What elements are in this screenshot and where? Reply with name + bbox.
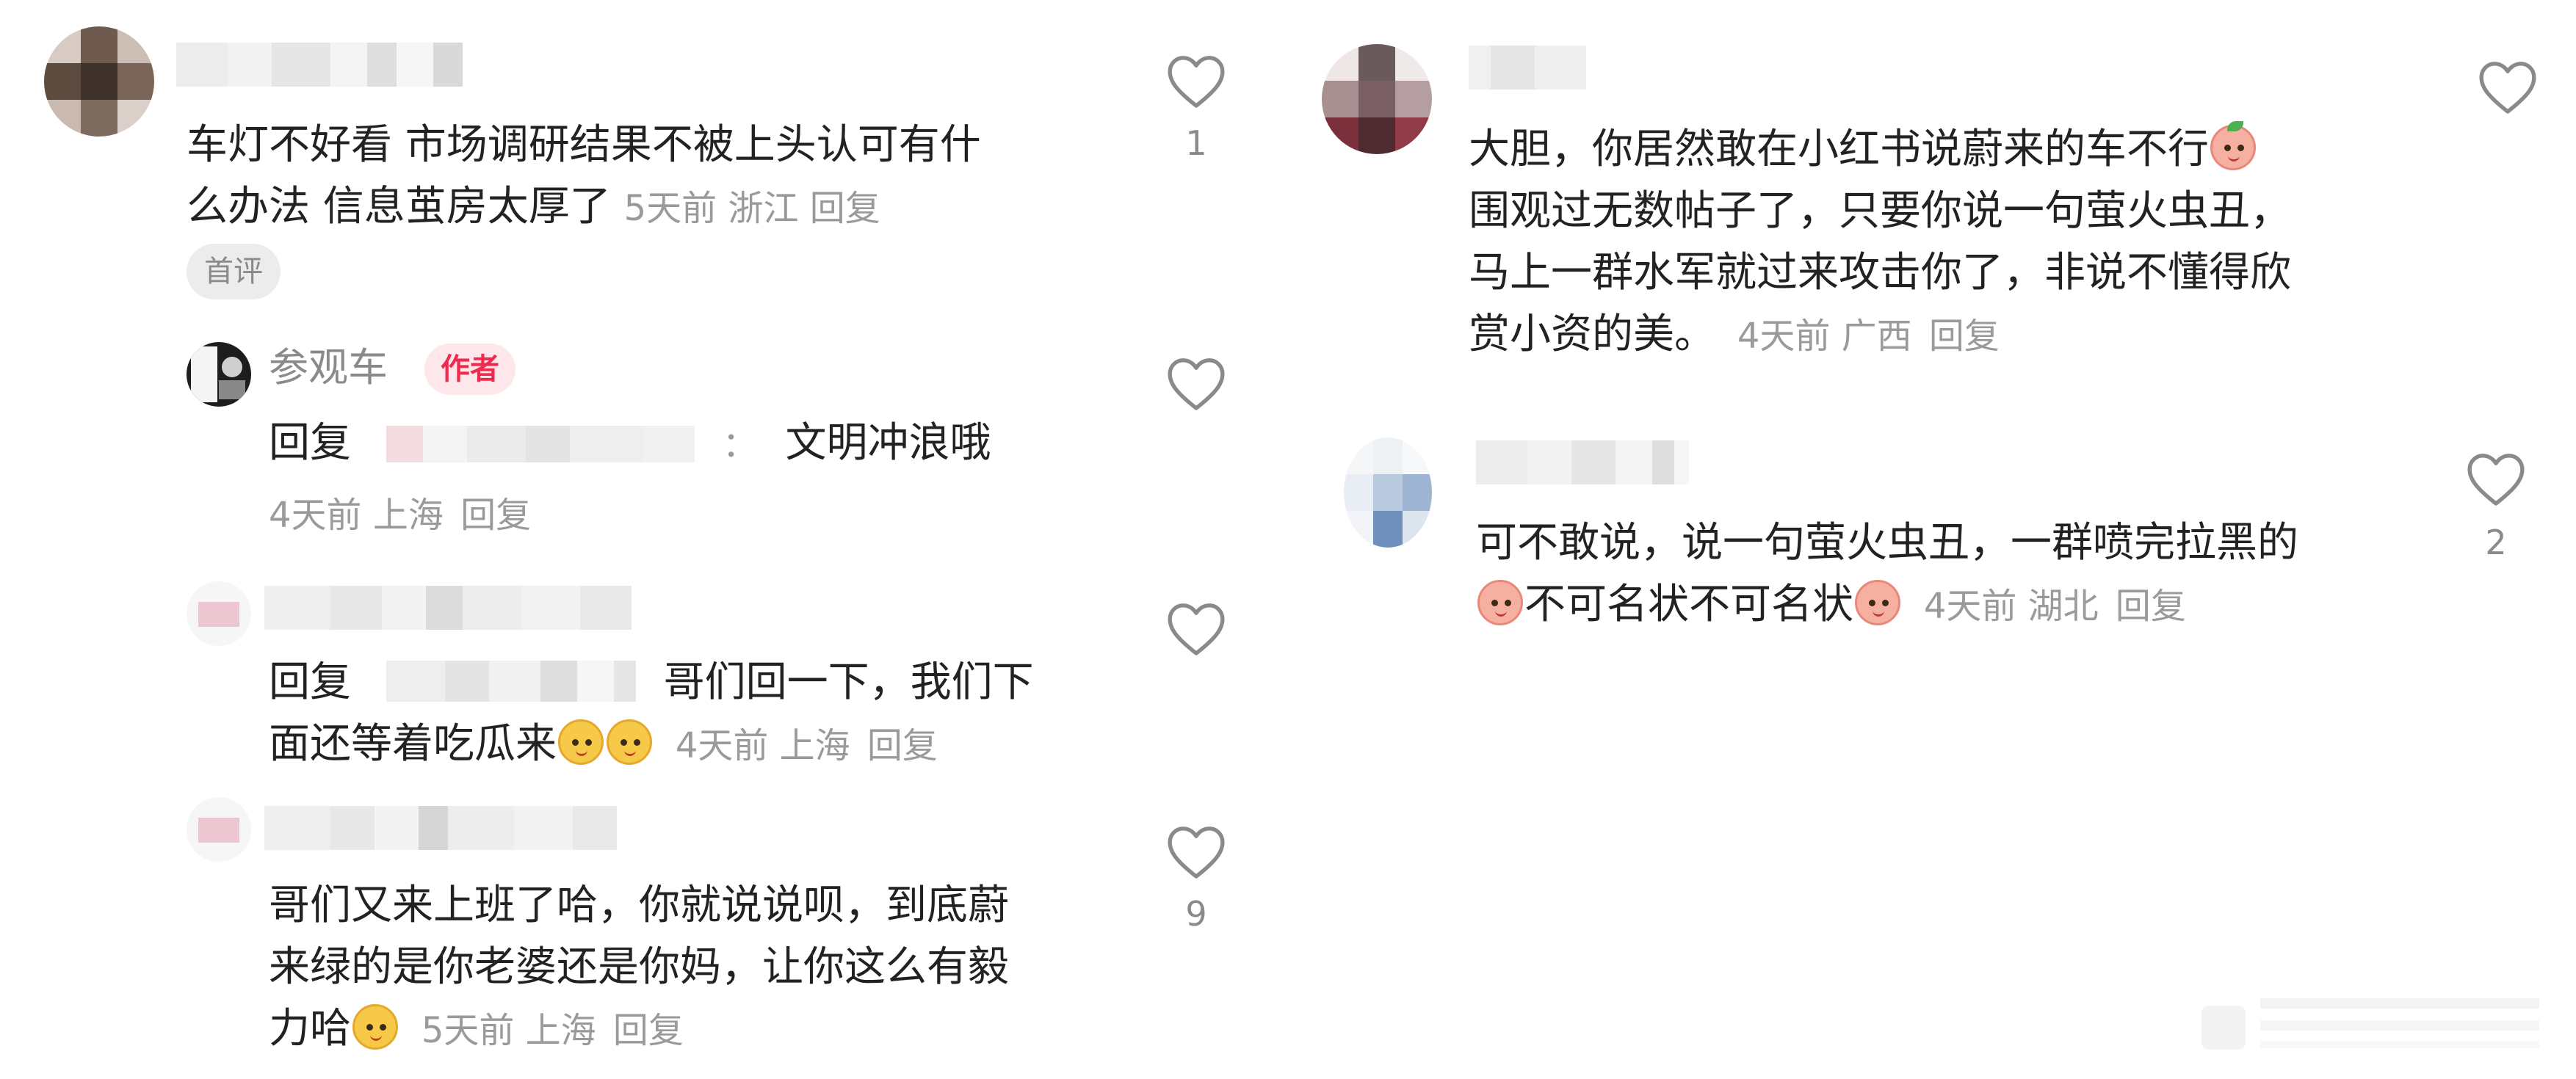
comment-location: 湖北	[2027, 586, 2099, 627]
peach-face-emoji	[1477, 580, 1523, 625]
like-heart-icon[interactable]	[1165, 354, 1228, 413]
melon-face-emoji	[607, 719, 652, 765]
like-heart-icon[interactable]	[2464, 449, 2528, 508]
reply-location: 上海	[372, 495, 444, 536]
commenter-name-blurred[interactable]	[1469, 46, 1586, 90]
reply-prefix: 回复	[269, 419, 351, 467]
comment-text: 车灯不好看 市场调研结果不被上头认可有什 么办法 信息茧房太厚了 5天前 浙江 …	[187, 121, 981, 230]
comment-time: 4天前	[1737, 316, 1831, 357]
comment-time: 5天前	[623, 188, 717, 229]
reply-button[interactable]: 回复	[1929, 316, 2000, 357]
replier-name-blurred[interactable]	[264, 806, 617, 850]
comment-location: 广西	[1841, 316, 1912, 357]
replier-avatar[interactable]	[187, 581, 251, 646]
reply-text: 哥们又来上班了哈，你就说说呗，到底蔚 来绿的是你老婆还是你妈，让你这么有毅 力哈…	[269, 882, 1009, 1053]
like-heart-icon[interactable]	[1165, 822, 1228, 881]
commenter-avatar[interactable]	[44, 26, 154, 137]
first-comment-tag: 首评	[187, 244, 281, 299]
comment-time: 4天前	[1923, 586, 2017, 627]
like-heart-icon[interactable]	[1165, 599, 1228, 658]
comment-location: 浙江	[728, 188, 799, 229]
reply-location: 上海	[779, 725, 850, 766]
author-avatar[interactable]	[187, 342, 251, 407]
watermark-logo	[2201, 998, 2539, 1050]
reply-time: 5天前	[421, 1010, 515, 1051]
author-badge: 作者	[424, 344, 515, 395]
reply-meta: 4天前 上海 回复	[269, 484, 531, 546]
replier-avatar[interactable]	[187, 797, 251, 862]
commenter-avatar[interactable]	[1322, 44, 1432, 154]
like-count: 9	[1185, 894, 1207, 934]
melon-face-emoji	[352, 1004, 398, 1050]
like-heart-icon[interactable]	[1165, 51, 1228, 110]
peach-face-emoji	[2210, 121, 2256, 170]
reply-target-name-blurred[interactable]	[386, 426, 695, 462]
commenter-avatar[interactable]	[1344, 437, 1432, 548]
reply-location: 上海	[525, 1010, 596, 1051]
reply-button[interactable]: 回复	[460, 495, 531, 536]
reply-target-name-blurred[interactable]	[386, 661, 636, 702]
like-count: 1	[1185, 123, 1207, 163]
like-count: 2	[2485, 523, 2507, 562]
reply-button[interactable]: 回复	[867, 725, 938, 766]
peach-face-emoji	[1855, 580, 1900, 625]
reply-text: 回复 哥们回一下，我们下 面还等着吃瓜来 4天前 上海 回复	[269, 658, 1034, 768]
reply-button[interactable]: 回复	[613, 1010, 684, 1051]
reply-button[interactable]: 回复	[810, 188, 880, 229]
commenter-name-blurred[interactable]	[176, 43, 463, 87]
comment-text: 大胆，你居然敢在小红书说蔚来的车不行 围观过无数帖子了，只要你说一句萤火虫丑， …	[1469, 119, 2291, 367]
like-heart-icon[interactable]	[2476, 57, 2539, 116]
replier-name-blurred[interactable]	[264, 586, 632, 630]
author-name[interactable]: 参观车	[269, 342, 388, 393]
reply-separator: ：	[722, 424, 758, 465]
commenter-name-blurred[interactable]	[1476, 440, 1689, 484]
comment-text: 可不敢说，说一句萤火虫丑，一群喷完拉黑的 不可名状不可名状 4天前 湖北 回复	[1476, 519, 2298, 628]
reply-time: 4天前	[269, 495, 362, 536]
reply-text: 回复 ： 文明冲浪哦	[269, 419, 991, 467]
reply-button[interactable]: 回复	[2116, 586, 2186, 627]
reply-time: 4天前	[675, 725, 769, 766]
reply-prefix: 回复	[269, 658, 351, 706]
melon-face-emoji	[558, 719, 604, 765]
